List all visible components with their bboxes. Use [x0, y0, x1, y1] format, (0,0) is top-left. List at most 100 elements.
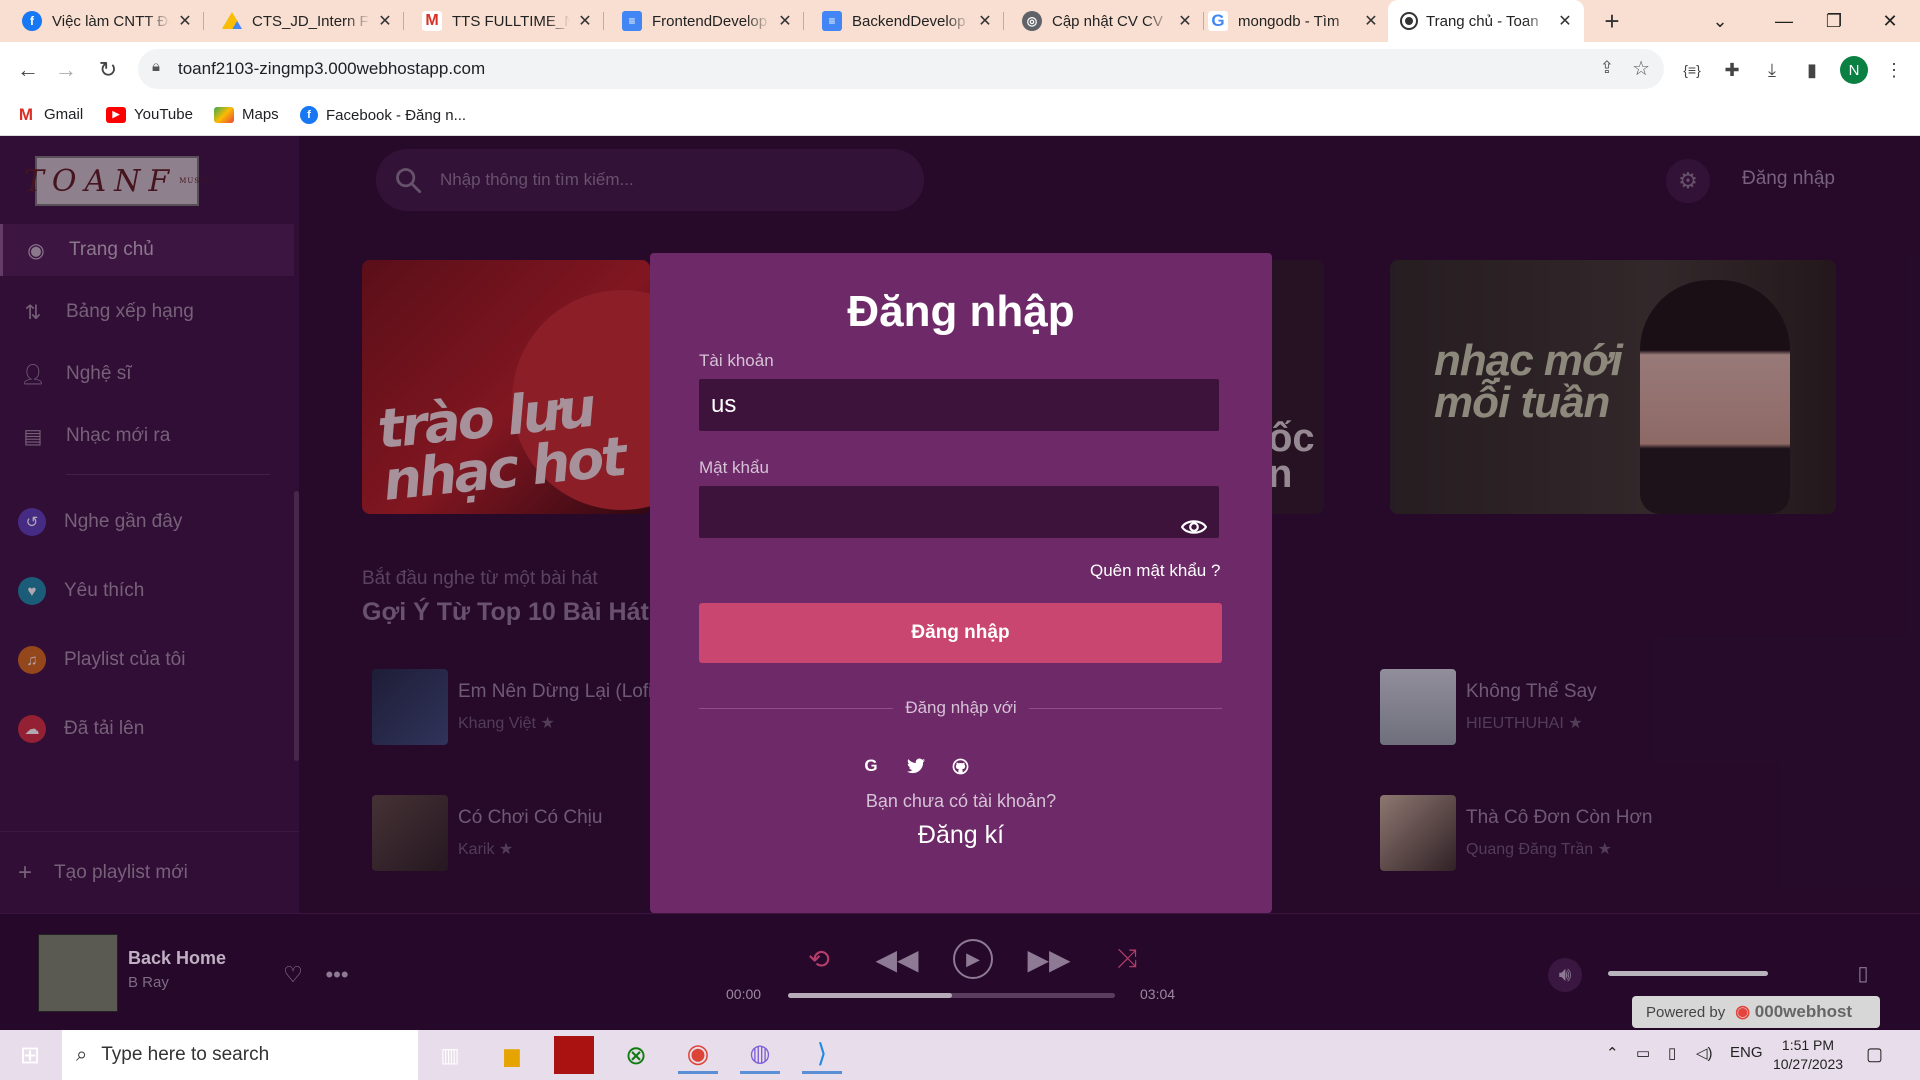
login-submit-button[interactable]: Đăng nhập	[699, 603, 1222, 663]
hosting-badge[interactable]: Powered by ◉ 000webhost	[1632, 996, 1880, 1028]
like-heart-icon[interactable]: ♡	[278, 960, 308, 990]
browser-tab[interactable]: ≡ FrontendDevelop ✕	[608, 0, 804, 42]
windows-taskbar: ⊞ ⌕ Type here to search ▥ ▆ ⊗ ◉ ◍ ⟩ ⌃ ▭ …	[0, 1030, 1920, 1080]
tab-search-icon[interactable]: ⌄	[1692, 0, 1748, 42]
language-indicator[interactable]: ENG	[1730, 1044, 1763, 1061]
bookmark-maps[interactable]: Maps	[214, 106, 279, 123]
close-icon[interactable]: ✕	[776, 11, 794, 31]
puzzle-icon[interactable]: ✚	[1718, 56, 1746, 84]
browser-tab[interactable]: M TTS FULLTIME_N ✕	[408, 0, 604, 42]
download-icon[interactable]: ⤓	[1758, 56, 1786, 84]
username-input[interactable]	[699, 379, 1219, 431]
signup-link[interactable]: Đăng kí	[650, 821, 1272, 850]
game-app-icon[interactable]	[554, 1036, 594, 1074]
or-login-with: Đăng nhập với	[650, 698, 1272, 718]
more-options-icon[interactable]: •••	[322, 960, 352, 990]
bookmark-star-icon[interactable]: ☆	[1632, 56, 1650, 81]
bookmark-facebook[interactable]: f Facebook - Đăng n...	[300, 106, 466, 124]
clock-date: 10/27/2023	[1772, 1056, 1844, 1072]
new-tab-button[interactable]: +	[1598, 6, 1626, 37]
volume-slider[interactable]	[1608, 971, 1768, 976]
show-password-eye-icon[interactable]	[1180, 513, 1208, 541]
now-playing-title[interactable]: Back Home	[128, 948, 226, 969]
network-icon[interactable]: ▯	[1668, 1044, 1676, 1062]
bookmark-label: Gmail	[44, 106, 84, 123]
notification-icon[interactable]: ▢	[1866, 1044, 1883, 1065]
minimize-button[interactable]: —	[1756, 0, 1812, 42]
volume-icon[interactable]: 🔊︎	[1548, 958, 1582, 992]
taskbar-search[interactable]: ⌕ Type here to search	[62, 1030, 418, 1080]
browser-tab[interactable]: ≡ BackendDevelop ✕	[808, 0, 1004, 42]
forward-icon[interactable]: →	[48, 52, 84, 88]
close-icon[interactable]: ✕	[376, 11, 394, 31]
play-icon[interactable]: ▶	[953, 939, 993, 979]
chevron-up-icon[interactable]: ⌃	[1606, 1044, 1619, 1062]
google-login-icon[interactable]: G	[858, 753, 884, 779]
reload-icon[interactable]: ↻	[90, 52, 126, 88]
bookmark-gmail[interactable]: M Gmail	[16, 105, 84, 124]
password-label: Mật khẩu	[699, 458, 769, 477]
chrome-profile-icon[interactable]: ◍	[740, 1036, 780, 1074]
bookmark-label: YouTube	[134, 106, 193, 123]
browser-tab[interactable]: CTS_JD_Intern Fu ✕	[208, 0, 404, 42]
close-icon[interactable]: ✕	[1362, 11, 1380, 31]
gmail-icon: M	[422, 11, 442, 31]
maximize-button[interactable]: ❐	[1806, 0, 1862, 42]
repeat-icon[interactable]: ⟲	[802, 942, 836, 976]
battery-icon[interactable]: ▭	[1636, 1044, 1650, 1062]
lyrics-icon[interactable]: ▯	[1848, 958, 1878, 988]
menu-icon[interactable]: ⋮	[1880, 56, 1908, 84]
close-icon[interactable]: ✕	[1176, 11, 1194, 31]
close-icon[interactable]: ✕	[1556, 11, 1574, 31]
chrome-icon[interactable]: ◉	[678, 1036, 718, 1074]
browser-tab[interactable]: ◎ Cập nhật CV CV ✕	[1008, 0, 1204, 42]
now-playing-thumbnail[interactable]	[38, 934, 118, 1012]
github-login-icon[interactable]	[947, 753, 973, 779]
next-icon[interactable]: ▶▶	[1027, 942, 1070, 976]
browser-toolbar: ← → ↻ 🔒︎ toanf2103-zingmp3.000webhostapp…	[0, 42, 1920, 98]
twitter-login-icon[interactable]	[903, 753, 929, 779]
gmail-icon: M	[16, 105, 36, 124]
tab-title: TTS FULLTIME_N	[452, 12, 570, 30]
profile-avatar[interactable]: N	[1840, 56, 1868, 84]
browser-tab-active[interactable]: Trang chủ - Toan ✕	[1388, 0, 1584, 42]
login-modal: Đăng nhập Tài khoản Mật khẩu Quên mật kh…	[650, 253, 1272, 913]
vscode-icon[interactable]: ⟩	[802, 1036, 842, 1074]
extension-icon[interactable]: {≡}	[1678, 56, 1706, 84]
google-docs-icon: ≡	[822, 11, 842, 31]
close-window-button[interactable]: ✕	[1862, 0, 1918, 42]
tab-title: BackendDevelop	[852, 12, 966, 30]
close-icon[interactable]: ✕	[176, 11, 194, 31]
share-icon[interactable]: ⇪	[1600, 58, 1614, 78]
now-playing-artist[interactable]: B Ray	[128, 974, 169, 991]
xbox-icon[interactable]: ⊗	[616, 1036, 656, 1074]
password-input[interactable]	[699, 486, 1219, 538]
close-icon[interactable]: ✕	[576, 11, 594, 31]
side-panel-icon[interactable]: ▮	[1798, 56, 1826, 84]
windows-start-icon[interactable]: ⊞	[10, 1036, 50, 1074]
youtube-icon: ▶	[106, 106, 126, 123]
music-app: TOANF MUSIC ◉ Trang chủ ⇅ Bảng xếp hạng 👤…	[0, 136, 1920, 913]
browser-tab[interactable]: G mongodb - Tìm ✕	[1194, 0, 1390, 42]
close-icon[interactable]: ✕	[976, 11, 994, 31]
file-explorer-icon[interactable]: ▆	[492, 1036, 532, 1074]
clock-time: 1:51 PM	[1781, 1037, 1835, 1053]
task-view-icon[interactable]: ▥	[430, 1036, 470, 1074]
shuffle-icon[interactable]: ⤨	[1110, 942, 1144, 976]
bookmark-youtube[interactable]: ▶ YouTube	[106, 106, 193, 123]
back-icon[interactable]: ←	[10, 52, 46, 88]
previous-icon[interactable]: ◀◀	[875, 942, 918, 976]
search-icon: ⌕	[76, 1043, 88, 1066]
progress-bar[interactable]	[788, 993, 1115, 998]
forgot-password-link[interactable]: Quên mật khẩu ?	[1090, 561, 1220, 581]
clock[interactable]: 1:51 PM 10/27/2023	[1768, 1036, 1848, 1074]
bookmarks-bar: M Gmail ▶ YouTube Maps f Facebook - Đăng…	[0, 98, 1920, 136]
speaker-icon[interactable]: ◁)	[1696, 1044, 1713, 1062]
browser-tab[interactable]: f Việc làm CNTT Đà ✕	[8, 0, 204, 42]
hosting-brand-text: 000webhost	[1754, 1002, 1853, 1021]
time-current: 00:00	[726, 986, 762, 1002]
username-label: Tài khoản	[699, 351, 774, 370]
address-bar[interactable]: 🔒︎ toanf2103-zingmp3.000webhostapp.com ⇪…	[138, 49, 1664, 89]
taskbar-search-placeholder: Type here to search	[101, 1044, 270, 1065]
globe-icon: ◎	[1022, 11, 1042, 31]
